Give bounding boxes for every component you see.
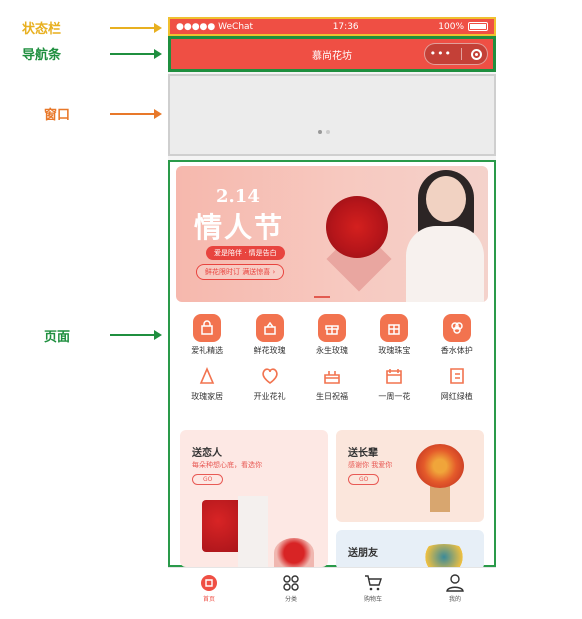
window-indicator-dots — [318, 130, 330, 134]
grid-icon — [283, 574, 299, 591]
status-time: 17:36 — [332, 21, 359, 32]
category-rose-jewelry[interactable]: 玫瑰珠宝 — [366, 314, 422, 356]
window-area — [168, 74, 496, 156]
heart-icon — [256, 364, 284, 388]
banner-title: 情人节 — [194, 211, 285, 244]
gift-box-image — [238, 496, 268, 567]
tab-cart[interactable]: 购物车 — [332, 568, 414, 607]
tab-category[interactable]: 分类 — [250, 568, 332, 607]
banner-button[interactable]: 鲜花限时订 满送惊喜 › — [196, 264, 285, 280]
card-title: 送朋友 — [348, 548, 378, 559]
category-birthday[interactable]: 生日祝福 — [304, 364, 360, 402]
phone-frame: ●●●●● WeChat 17:36 100% 慕尚花坊 ••• 2.14 情人… — [168, 17, 496, 607]
cake-icon — [318, 364, 346, 388]
category-eternal-rose[interactable]: 永生玫瑰 — [304, 314, 360, 356]
clover-icon — [442, 314, 471, 342]
category-label: 永生玫瑰 — [315, 346, 348, 355]
banner-model-body — [406, 226, 484, 302]
battery-icon — [468, 22, 488, 31]
tab-bar: 首页 分类 购物车 我的 — [168, 567, 496, 607]
category-rose-home[interactable]: 玫瑰家居 — [179, 364, 235, 402]
capsule-menu: ••• — [424, 43, 488, 65]
tab-label: 首页 — [202, 595, 215, 603]
annotation-window-arrow — [110, 109, 162, 119]
target-icon[interactable] — [471, 48, 483, 60]
home-flower-icon — [201, 574, 217, 591]
category-label: 生日祝福 — [315, 392, 348, 401]
card-title: 送恋人 — [192, 448, 222, 459]
category-label: 网红绿植 — [440, 392, 473, 401]
tab-label: 分类 — [284, 595, 297, 603]
tab-label: 我的 — [448, 595, 461, 603]
sunflower-bouquet-image — [416, 444, 464, 488]
user-icon — [446, 573, 464, 592]
card-subtitle: 感谢你 我爱你 — [348, 461, 393, 469]
category-fresh-rose[interactable]: 鲜花玫瑰 — [242, 314, 298, 356]
category-label: 爱礼精选 — [191, 346, 224, 355]
card-go-button[interactable]: GO — [192, 474, 224, 485]
cart-icon — [365, 574, 382, 590]
tab-label: 购物车 — [363, 595, 382, 603]
page-area: 2.14 情人节 爱是陪伴 · 情是告白 鲜花限时订 满送惊喜 › 爱礼精选 鲜 — [168, 160, 496, 567]
rose-bouquet — [326, 196, 388, 258]
gift-box-icon — [317, 314, 346, 342]
annotation-window-label: 窗口 — [44, 108, 71, 123]
annotation-page-label: 页面 — [44, 330, 71, 345]
category-label: 香水体护 — [440, 346, 473, 355]
category-label: 鲜花玫瑰 — [253, 346, 286, 355]
card-for-elders[interactable]: 送长辈 感谢你 我爱你 GO — [336, 430, 484, 522]
status-right: 100% — [438, 22, 488, 32]
card-for-lover[interactable]: 送恋人 每朵种想心底，看选你 GO — [180, 430, 328, 567]
category-gift-select[interactable]: 爱礼精选 — [179, 314, 235, 356]
card-go-button[interactable]: GO — [348, 474, 380, 485]
category-perfume[interactable]: 香水体护 — [429, 314, 485, 356]
present-icon — [380, 314, 409, 342]
flower-box-icon — [255, 314, 284, 342]
navigation-bar: 慕尚花坊 ••• — [168, 36, 496, 72]
card-title: 送长辈 — [348, 448, 378, 459]
annotation-page-arrow — [110, 330, 162, 340]
flower-pot-image — [430, 486, 450, 512]
ellipsis-icon[interactable]: ••• — [430, 48, 452, 59]
friend-bouquet-image — [416, 544, 472, 567]
calendar-icon — [380, 364, 408, 388]
annotation-nav-bar-label: 导航条 — [22, 48, 62, 63]
banner-subtitle: 爱是陪伴 · 情是告白 — [206, 246, 285, 260]
annotation-nav-bar-arrow — [110, 49, 162, 59]
card-subtitle: 每朵种想心底，看选你 — [192, 461, 262, 469]
annotation-status-bar-label: 状态栏 — [22, 22, 62, 37]
status-bar: ●●●●● WeChat 17:36 100% — [168, 17, 496, 36]
battery-percent: 100% — [438, 21, 464, 32]
category-opening-flowers[interactable]: 开业花礼 — [242, 364, 298, 402]
banner-date: 2.14 — [216, 186, 260, 207]
banner-indicator — [314, 296, 330, 298]
category-grid: 爱礼精选 鲜花玫瑰 永生玫瑰 玫瑰珠宝 香水体护 玫瑰家居 开业花礼 生日祝福 … — [176, 314, 488, 402]
banner-model-face — [426, 176, 466, 222]
annotation-status-bar-arrow — [110, 23, 162, 33]
party-hat-icon — [193, 364, 221, 388]
valentine-banner[interactable]: 2.14 情人节 爱是陪伴 · 情是告白 鲜花限时订 满送惊喜 › — [176, 166, 488, 302]
tab-mine[interactable]: 我的 — [414, 568, 496, 607]
card-for-friends[interactable]: 送朋友 — [336, 530, 484, 567]
category-label: 开业花礼 — [253, 392, 286, 401]
category-label: 一周一花 — [378, 392, 411, 401]
heart-box-image — [274, 538, 314, 567]
category-label: 玫瑰珠宝 — [378, 346, 411, 355]
gift-bag-icon — [193, 314, 222, 342]
tab-home[interactable]: 首页 — [168, 568, 250, 607]
plant-frame-icon — [443, 364, 471, 388]
rose-bouquet-image — [202, 500, 242, 552]
category-green-plants[interactable]: 网红绿植 — [429, 364, 485, 402]
carrier-signal: ●●●●● WeChat — [176, 21, 254, 32]
category-label: 玫瑰家居 — [191, 392, 224, 401]
category-weekly-flower[interactable]: 一周一花 — [366, 364, 422, 402]
capsule-divider — [461, 48, 463, 60]
